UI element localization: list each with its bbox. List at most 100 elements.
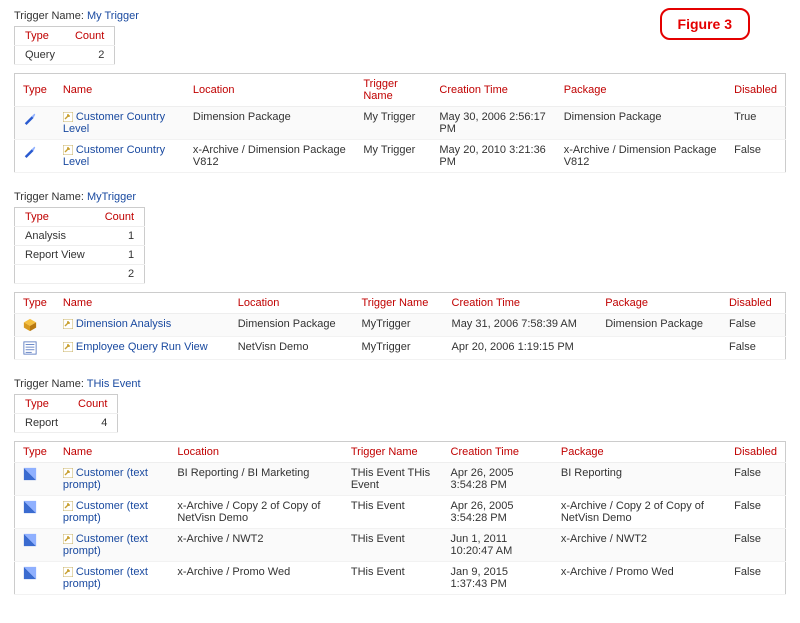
col-created: Creation Time — [431, 74, 555, 107]
row-disabled: True — [726, 107, 785, 140]
detail-table: TypeNameLocationTrigger NameCreation Tim… — [14, 292, 786, 360]
row-type-icon — [15, 337, 55, 360]
col-type: Type — [15, 27, 65, 46]
summary-type: Report View — [15, 246, 95, 265]
col-name: Name — [55, 293, 230, 314]
table-row: Employee Query Run ViewNetVisn DemoMyTri… — [15, 337, 786, 360]
report-icon — [23, 500, 37, 514]
object-link[interactable]: Customer (text prompt) — [63, 566, 148, 590]
object-link[interactable]: Employee Query Run View — [76, 341, 208, 353]
row-disabled: False — [721, 314, 786, 337]
row-package — [597, 337, 721, 360]
object-link[interactable]: Customer (text prompt) — [63, 500, 148, 524]
summary-count: 1 — [95, 227, 145, 246]
row-type-icon — [15, 140, 55, 173]
row-location: x-Archive / Copy 2 of Copy of NetVisn De… — [169, 496, 343, 529]
summary-table: TypeCountAnalysis1Report View12 — [14, 207, 145, 284]
row-name: Employee Query Run View — [55, 337, 230, 360]
shortcut-icon — [63, 112, 73, 122]
row-disabled: False — [726, 496, 785, 529]
row-disabled: False — [721, 337, 786, 360]
summary-total-row: 2 — [15, 265, 145, 284]
summary-count: 2 — [65, 46, 115, 65]
row-disabled: False — [726, 463, 785, 496]
row-created: Apr 20, 2006 1:19:15 PM — [444, 337, 598, 360]
shortcut-icon — [63, 319, 73, 329]
view-icon — [23, 341, 37, 355]
col-count: Count — [95, 208, 145, 227]
summary-row: Query2 — [15, 46, 115, 65]
row-package: x-Archive / Copy 2 of Copy of NetVisn De… — [553, 496, 726, 529]
summary-row: Analysis1 — [15, 227, 145, 246]
row-package: x-Archive / Dimension Package V812 — [556, 140, 726, 173]
trigger-label: Trigger Name: — [14, 191, 84, 203]
row-type-icon — [15, 314, 55, 337]
object-link[interactable]: Customer (text prompt) — [63, 467, 148, 491]
row-type-icon — [15, 463, 55, 496]
col-count: Count — [68, 395, 118, 414]
row-location: x-Archive / Dimension Package V812 — [185, 140, 355, 173]
col-type: Type — [15, 395, 69, 414]
col-created: Creation Time — [444, 293, 598, 314]
report-icon — [23, 533, 37, 547]
row-package: x-Archive / Promo Wed — [553, 562, 726, 595]
row-trigger: THis Event — [343, 496, 443, 529]
table-row: Customer Country Level x-Archive / Dimens… — [15, 140, 786, 173]
row-created: May 20, 2010 3:21:36 PM — [431, 140, 555, 173]
row-name: Customer Country Level — [55, 140, 185, 173]
trigger-title: Trigger Name: MyTrigger — [14, 191, 786, 203]
shortcut-icon — [63, 567, 73, 577]
row-disabled: False — [726, 529, 785, 562]
query-icon — [23, 111, 37, 125]
col-location: Location — [185, 74, 355, 107]
col-type: Type — [15, 442, 55, 463]
table-row: Customer (text prompt) x-Archive / Promo … — [15, 562, 786, 595]
trigger-name-link[interactable]: My Trigger — [87, 10, 139, 22]
detail-table: TypeNameLocationTrigger NameCreation Tim… — [14, 441, 786, 595]
shortcut-icon — [63, 501, 73, 511]
col-count: Count — [65, 27, 115, 46]
table-row: Customer (text prompt)x-Archive / NWT2TH… — [15, 529, 786, 562]
row-package: Dimension Package — [597, 314, 721, 337]
row-type-icon — [15, 529, 55, 562]
col-name: Name — [55, 74, 185, 107]
cube-icon — [23, 318, 37, 332]
row-package: BI Reporting — [553, 463, 726, 496]
table-row: Customer Country LevelDimension PackageM… — [15, 107, 786, 140]
trigger-label: Trigger Name: — [14, 378, 84, 390]
col-disabled: Disabled — [726, 442, 785, 463]
row-disabled: False — [726, 562, 785, 595]
shortcut-icon — [63, 468, 73, 478]
trigger-label: Trigger Name: — [14, 10, 84, 22]
col-disabled: Disabled — [726, 74, 785, 107]
row-trigger: MyTrigger — [353, 314, 443, 337]
object-link[interactable]: Dimension Analysis — [76, 318, 171, 330]
col-package: Package — [556, 74, 726, 107]
col-type: Type — [15, 293, 55, 314]
row-type-icon — [15, 107, 55, 140]
row-type-icon — [15, 562, 55, 595]
row-created: Apr 26, 2005 3:54:28 PM — [443, 463, 553, 496]
summary-type: Query — [15, 46, 65, 65]
summary-total: 2 — [95, 265, 145, 284]
row-trigger: My Trigger — [355, 107, 431, 140]
object-link[interactable]: Customer (text prompt) — [63, 533, 148, 557]
query-icon — [23, 144, 37, 158]
row-created: May 31, 2006 7:58:39 AM — [444, 314, 598, 337]
figure-label: Figure 3 — [660, 8, 750, 40]
row-name: Customer (text prompt) — [55, 496, 169, 529]
row-location: Dimension Package — [185, 107, 355, 140]
summary-table: TypeCountQuery2 — [14, 26, 115, 65]
object-link[interactable]: Customer Country Level — [63, 144, 165, 168]
row-name: Customer (text prompt) — [55, 463, 169, 496]
object-link[interactable]: Customer Country Level — [63, 111, 165, 135]
row-package: Dimension Package — [556, 107, 726, 140]
row-trigger: THis Event — [343, 529, 443, 562]
trigger-name-link[interactable]: MyTrigger — [87, 191, 136, 203]
report-icon — [23, 566, 37, 580]
trigger-name-link[interactable]: THis Event — [87, 378, 141, 390]
shortcut-icon — [63, 534, 73, 544]
col-location: Location — [169, 442, 343, 463]
row-created: Jun 1, 2011 10:20:47 AM — [443, 529, 553, 562]
row-type-icon — [15, 496, 55, 529]
